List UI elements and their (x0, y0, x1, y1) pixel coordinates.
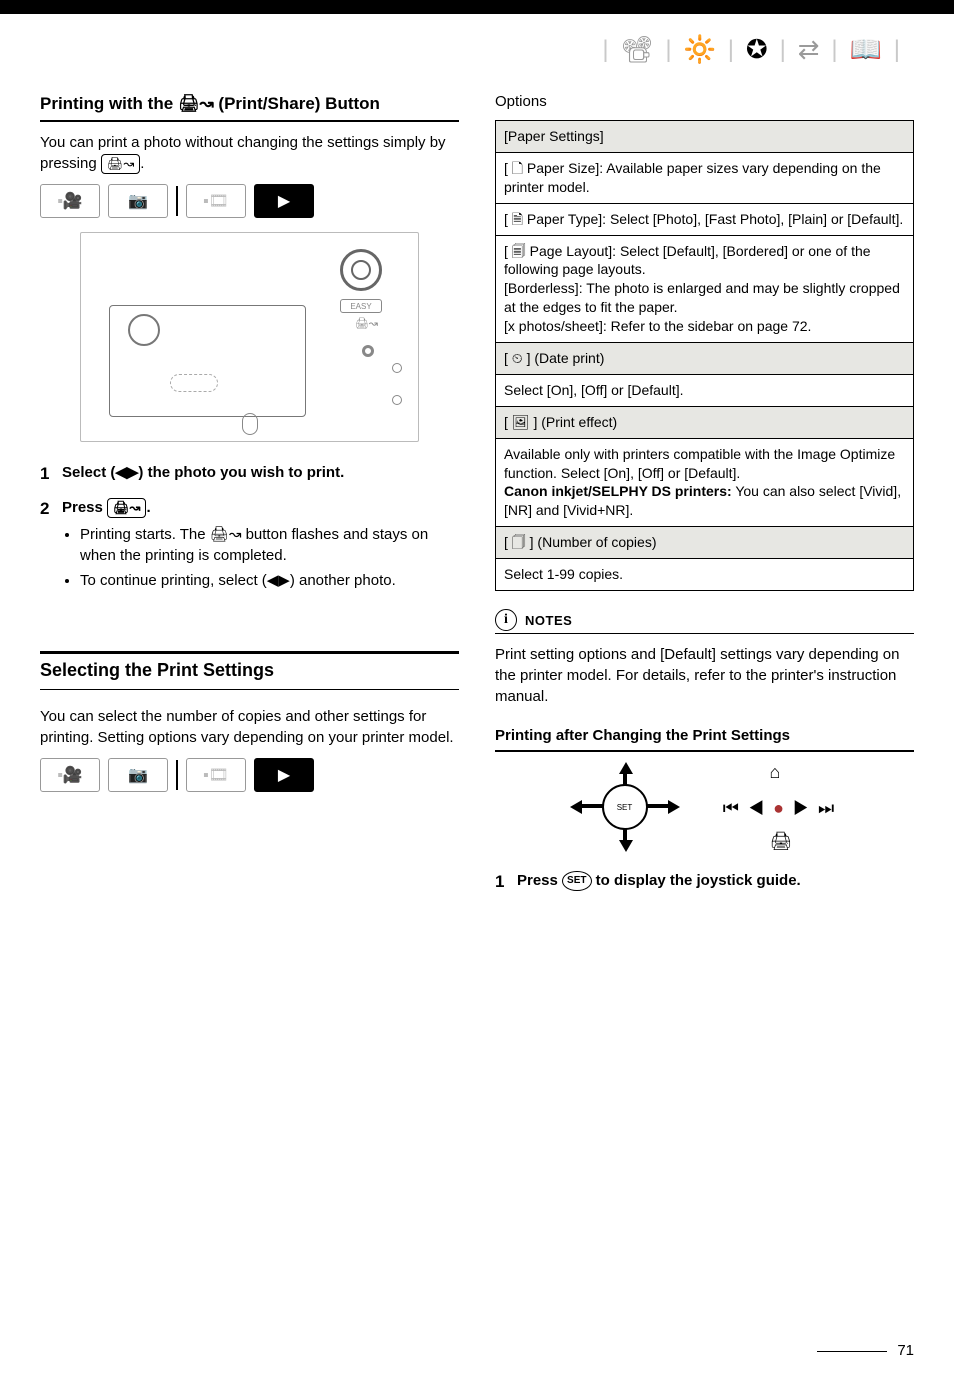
tab-icon-2: 🔆 (683, 34, 715, 64)
row-print-effect-body: Available only with printers compatible … (496, 438, 914, 527)
camera-body-icon (109, 305, 306, 417)
mode-play-photo: ▶ (254, 184, 314, 218)
mode-separator (176, 760, 178, 790)
mode-record-photo: 📷 (108, 758, 168, 792)
notes-label: NOTES (525, 613, 572, 628)
share-button-icon: 🖨↝ (355, 317, 378, 330)
rule (40, 120, 459, 122)
next-icon: ▶ ⏭ (793, 798, 836, 818)
row-paper-size: [ 🗋 Paper Size]: Available paper sizes v… (496, 152, 914, 203)
rule (495, 750, 914, 752)
rule (40, 689, 459, 690)
notes-header: i NOTES (495, 609, 914, 631)
info-icon: i (495, 609, 517, 631)
right-step-1a: Press (517, 872, 562, 889)
row-paper-settings: [Paper Settings] (496, 121, 914, 153)
speaker-icon (170, 374, 218, 392)
print-effect-strong: Canon inkjet/SELPHY DS printers: (504, 483, 732, 499)
row-copies-body: Select 1-99 copies. (496, 559, 914, 591)
notes-body: Print setting options and [Default] sett… (495, 644, 914, 707)
camcorder-illustration: EASY 🖨↝ (80, 232, 419, 442)
left-column: Printing with the 🖨↝ (Print/Share) Butto… (40, 93, 459, 905)
step-2-bullet-2: To continue printing, select (◀▶) anothe… (80, 570, 459, 591)
row-date-print-body: Select [On], [Off] or [Default]. (496, 374, 914, 406)
tab-icon-1: 📽 (620, 34, 653, 64)
row-print-effect-header: [ 🖼 ] (Print effect) (496, 406, 914, 438)
print-share-key-icon: 🖨↝ (101, 154, 140, 174)
step-2-head-a: Press (62, 499, 107, 516)
set-ring-icon (602, 784, 648, 830)
top-black-bar (0, 0, 954, 14)
print-effect-text-1: Available only with printers compatible … (504, 446, 895, 481)
print-icon: 🖨 (770, 831, 793, 852)
tab-icon-3: ✪ (746, 34, 768, 64)
mode-record-photo: 📷 (108, 184, 168, 218)
row-copies-header: [ 🗍 ] (Number of copies) (496, 527, 914, 559)
mode-separator (176, 186, 178, 216)
return-icon: ⌂ (770, 762, 781, 783)
mode-strip-2: ▪🎥 📷 ▪🎞 ▶ (40, 758, 459, 792)
print-share-title: Printing with the 🖨↝ (Print/Share) Butto… (40, 93, 459, 114)
b1a: Printing starts. The (80, 526, 210, 543)
mode-play-video: ▪🎞 (186, 758, 246, 792)
step-2: Press 🖨↝. Printing starts. The 🖨↝ button… (40, 497, 459, 591)
prev-icon: ⏮ ◀ (723, 798, 766, 818)
selecting-print-settings-heading: Selecting the Print Settings (40, 660, 459, 681)
button-icon (392, 363, 402, 373)
page-number: 71 (817, 1342, 914, 1359)
mid-icons: ⏮ ◀ ● ▶ ⏭ (720, 798, 840, 819)
mode-strip-1: ▪🎥 📷 ▪🎞 ▶ (40, 184, 459, 218)
tab-icon-5: 📖 (850, 34, 882, 64)
row-date-print-header: [ ⏲ ] (Date print) (496, 343, 914, 375)
step-1: Select (◀▶) the photo you wish to print. (40, 462, 459, 483)
right-step-1: Press SET to display the joystick guide. (495, 870, 914, 891)
row-paper-type: [ 🗎 Paper Type]: Select [Photo], [Fast P… (496, 203, 914, 235)
lens-icon (340, 249, 382, 291)
thick-rule (40, 651, 459, 654)
indicator-icon (242, 413, 258, 435)
joystick-figure: ⌂ ⏮ ◀ ● ▶ ⏭ 🖨 (495, 762, 914, 852)
step-2-bullet-1: Printing starts. The 🖨↝ button flashes a… (80, 524, 459, 566)
selecting-print-settings-body: You can select the number of copies and … (40, 706, 459, 748)
options-heading: Options (495, 93, 914, 110)
dot-icon: ● (773, 798, 786, 818)
step-1-text: Select (◀▶) the photo you wish to print. (62, 464, 344, 481)
joystick-guide-icon: ⌂ ⏮ ◀ ● ▶ ⏭ 🖨 (720, 762, 840, 852)
rule (495, 633, 914, 634)
mode-play-video: ▪🎞 (186, 184, 246, 218)
right-step-1b: to display the joystick guide. (596, 872, 801, 889)
button-icon (392, 395, 402, 405)
tab-icon-4: ⇄ (798, 34, 820, 64)
print-share-intro: You can print a photo without changing t… (40, 132, 459, 174)
print-share-glyph-icon: 🖨↝ (210, 526, 242, 543)
joystick-arrows-icon (570, 762, 680, 852)
top-tab-icons: | 📽 | 🔆 | ✪ | ⇄ | 📖 | (40, 28, 914, 93)
easy-button-icon: EASY (340, 299, 382, 313)
right-column: Options [Paper Settings] [ 🗋 Paper Size]… (495, 93, 914, 905)
ring-icon (362, 345, 374, 357)
mode-record-video: ▪🎥 (40, 184, 100, 218)
printing-after-change-heading: Printing after Changing the Print Settin… (495, 727, 914, 744)
options-table: [Paper Settings] [ 🗋 Paper Size]: Availa… (495, 120, 914, 591)
row-page-layout: [ 🗐 Page Layout]: Select [Default], [Bor… (496, 235, 914, 342)
mode-record-video: ▪🎥 (40, 758, 100, 792)
print-share-key-icon: 🖨↝ (107, 498, 146, 518)
mode-play-photo: ▶ (254, 758, 314, 792)
set-button-icon: SET (562, 871, 591, 891)
